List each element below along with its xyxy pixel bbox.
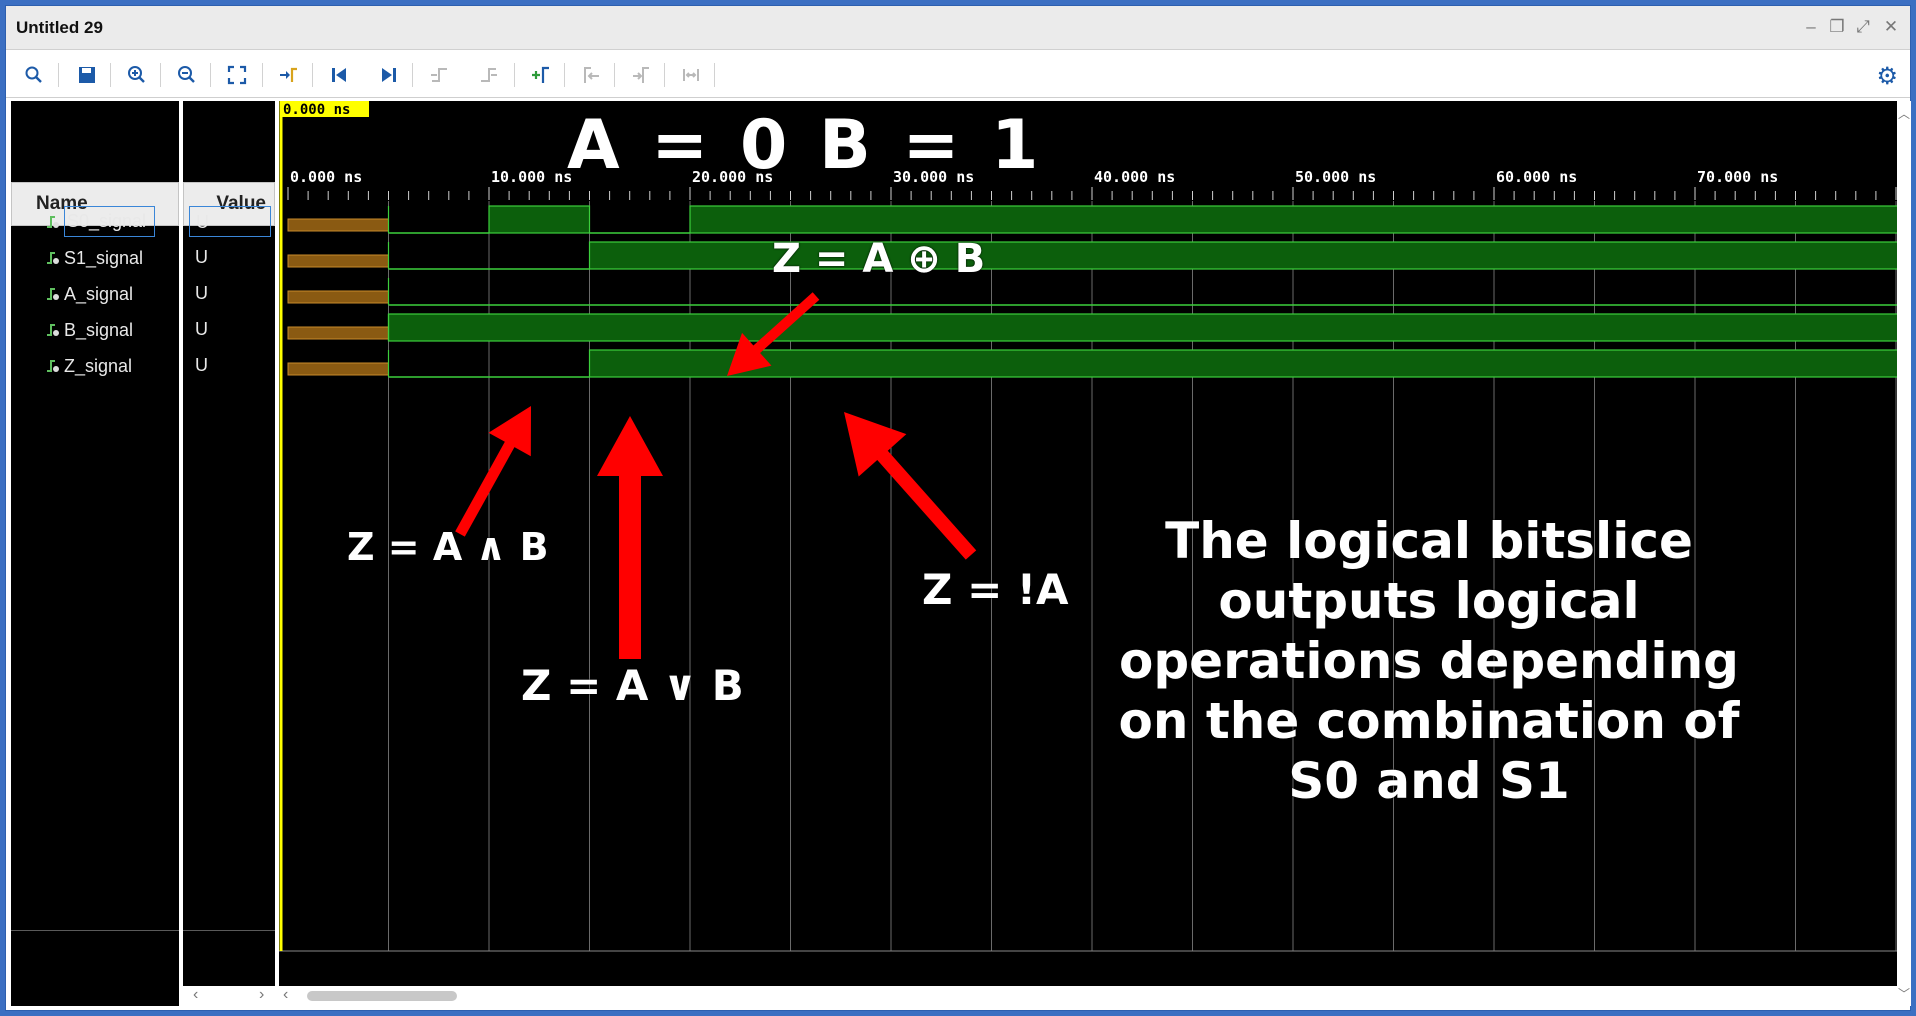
window-title: Untitled 29 [16,18,103,37]
search-icon[interactable] [19,60,49,90]
minimize-icon[interactable]: – [1800,16,1822,38]
not-annotation: Z = !A [922,565,1069,614]
signal-row-S1_signal[interactable]: S1_signal [11,241,179,275]
wave-high-segment [488,205,591,234]
previous-marker-icon[interactable] [576,60,606,90]
restore-icon[interactable]: ❐ [1826,16,1848,38]
signal-value[interactable]: U [189,278,271,309]
undefined-segment [287,362,389,376]
names-scroll-left-icon[interactable]: ‹ [193,986,198,1004]
go-to-last-time-icon[interactable] [374,60,404,90]
next-marker-icon[interactable] [626,60,656,90]
timeline-label: 60.000 ns [1496,168,1577,186]
signal-value[interactable]: U [189,314,271,345]
waveform-window: Untitled 29 – ❐ ⤢ ✕ ⚙ Name S0_signal S1_… [5,5,1911,1011]
signal-value-pane: Value UUUUU [183,101,275,1006]
signal-name: S0_signal [64,206,156,237]
add-marker-icon[interactable] [526,60,556,90]
zoom-out-icon[interactable] [172,60,202,90]
note-line-5: S0 and S1 [1288,752,1570,810]
signal-row-S0_signal[interactable]: S0_signal [11,205,179,239]
note-line-1: The logical bitslice [1165,512,1693,570]
signal-name: A_signal [64,284,134,304]
title-bar: Untitled 29 – ❐ ⤢ ✕ [6,6,1910,50]
wave-high-segment [689,205,1897,234]
signal-value[interactable]: U [189,350,271,381]
undefined-segment [287,290,389,304]
go-to-time-zero-icon[interactable] [324,60,354,90]
waveform-area[interactable]: 0.000 ns 10.000 ns 20.000 ns 30.000 ns 40.00… [279,101,1897,1006]
note-line-2: outputs logical [1218,572,1640,630]
scroll-down-icon[interactable]: ﹀ [1898,985,1910,1002]
signal-row-Z_signal[interactable]: Z_signal [11,349,179,383]
signal-name: S1_signal [64,248,144,268]
signal-value[interactable]: U [189,242,271,273]
save-icon[interactable] [72,60,102,90]
previous-transition-icon[interactable] [424,60,454,90]
signal-bit-icon [47,324,59,336]
or-annotation: Z = A ∨ B [521,661,744,710]
signal-bit-icon [47,252,59,264]
timeline-label: 0.000 ns [290,168,362,186]
not-arrow [844,412,977,560]
swap-cursors-icon[interactable] [676,60,706,90]
signal-bit-icon [47,360,59,372]
wave-scroll-left-icon[interactable]: ‹ [283,986,288,1004]
undefined-segment [287,218,389,232]
signal-bit-icon [47,288,59,300]
inputs-annotation: A = 0 B = 1 [567,106,1043,185]
xor-annotation: Z = A ⊕ B [772,236,986,282]
close-icon[interactable]: ✕ [1880,16,1902,38]
next-transition-icon[interactable] [474,60,504,90]
timeline-label: 50.000 ns [1295,168,1376,186]
waveform-toolbar [6,51,1910,98]
signal-row-A_signal[interactable]: A_signal [11,277,179,311]
signal-name-pane: Name S0_signal S1_signal A_signal B_signal Z… [11,101,179,1006]
settings-gear-icon[interactable]: ⚙ [1876,62,1898,91]
undefined-segment [287,326,389,340]
timeline-label: 10.000 ns [491,168,572,186]
note-line-4: on the combination of [1118,692,1740,750]
note-line-3: operations depending [1119,632,1739,690]
and-arrow [455,406,531,537]
signal-bit-icon [47,216,59,228]
float-icon[interactable]: ⤢ [1852,16,1874,38]
undefined-segment [287,254,389,268]
and-annotation: Z = A ∧ B [347,525,549,569]
signal-name: B_signal [64,320,134,340]
zoom-in-icon[interactable] [122,60,152,90]
signal-row-B_signal[interactable]: B_signal [11,313,179,347]
timeline-label: 70.000 ns [1697,168,1778,186]
signal-value[interactable]: U [189,206,271,237]
signal-name: Z_signal [64,356,133,376]
timeline-label: 40.000 ns [1094,168,1175,186]
zoom-fit-icon[interactable] [222,60,252,90]
go-to-cursor-icon[interactable] [274,60,304,90]
names-scroll-right-icon[interactable]: › [259,986,264,1004]
wave-high-segment [588,349,1897,378]
horizontal-scrollbar[interactable]: ‹ › ‹ [183,986,1897,1006]
wave-high-segment [387,313,1897,342]
or-arrow [597,416,663,659]
scroll-up-icon[interactable]: ︿ [1898,105,1910,122]
vertical-scrollbar[interactable]: ︿ ﹀ [1897,101,1911,1006]
horizontal-scroll-thumb[interactable] [307,991,457,1001]
explanation-note: The logical bitslice outputs logical ope… [1079,511,1779,811]
cursor-time-label: 0.000 ns [283,102,350,118]
